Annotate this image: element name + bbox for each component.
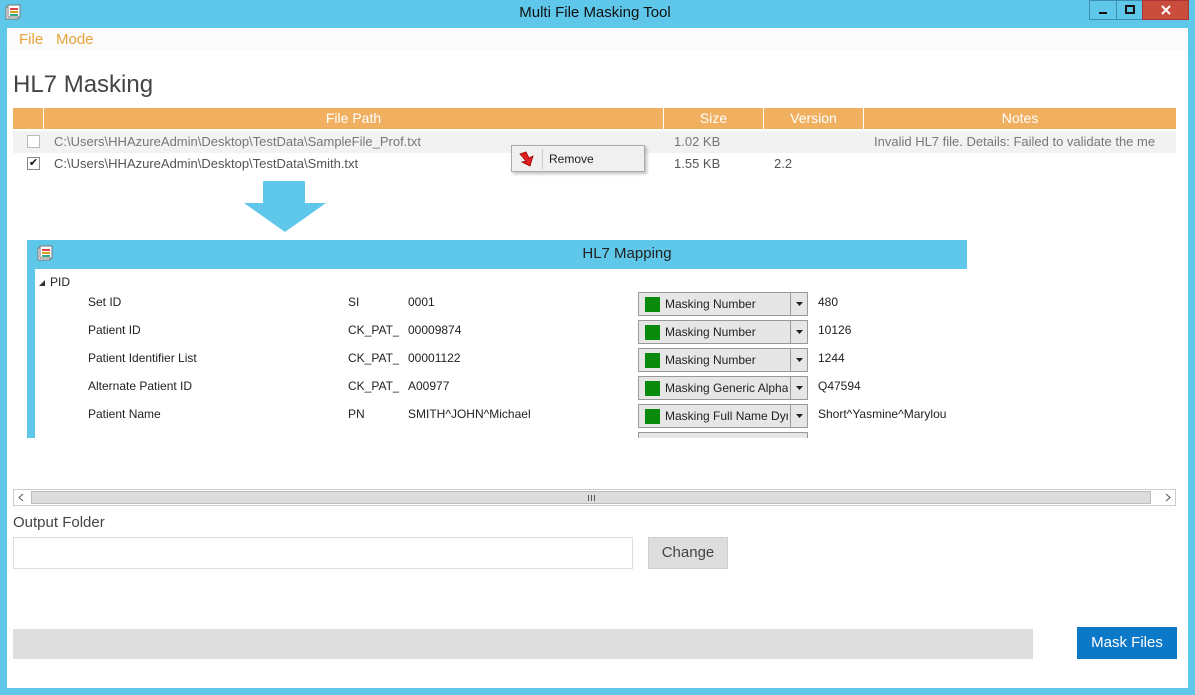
remove-arrow-icon xyxy=(519,151,534,167)
mapping-left-border xyxy=(27,269,35,438)
output-folder-input[interactable] xyxy=(13,537,633,569)
field-name: Alternate Patient ID xyxy=(88,379,193,393)
field-type: CK_PAT_ID xyxy=(348,351,399,365)
title-bar[interactable]: Multi File Masking Tool xyxy=(0,0,1195,28)
masking-select-value: Masking Number xyxy=(665,353,756,367)
field-value: 00009874 xyxy=(408,323,462,337)
dropdown-button[interactable] xyxy=(790,377,807,399)
segment-pid[interactable]: PID xyxy=(50,275,70,289)
dropdown-button[interactable] xyxy=(790,405,807,427)
mask-files-button[interactable]: Mask Files xyxy=(1077,627,1177,659)
masked-value: Short^Yasmine^Marylou xyxy=(818,407,947,421)
chevron-down-icon xyxy=(796,330,803,334)
masked-value: 10126 xyxy=(818,323,852,337)
dropdown-button[interactable] xyxy=(790,349,807,371)
app-window: Multi File Masking Tool File Mode HL7 Ma… xyxy=(0,0,1195,695)
field-value: 0001 xyxy=(408,295,435,309)
menu-mode[interactable]: Mode xyxy=(56,31,94,48)
row-checkbox-checked[interactable]: ✔ xyxy=(27,157,40,170)
field-name: Patient ID xyxy=(88,323,141,337)
masking-select-value: Masking Number xyxy=(665,297,756,311)
column-header-file-path[interactable]: File Path xyxy=(44,108,664,129)
menu-file[interactable]: File xyxy=(19,31,43,48)
hl7-mapping-window: HL7 Mapping PID Set ID SI 0001 Masking N… xyxy=(27,240,967,438)
field-value: SMITH^JOHN^Michael xyxy=(408,407,531,421)
scroll-left-icon[interactable] xyxy=(17,493,26,502)
masked-value: 1244 xyxy=(818,351,845,365)
down-arrow-icon xyxy=(244,181,326,232)
menu-bar: File Mode xyxy=(7,28,1188,50)
context-menu-separator xyxy=(542,149,543,169)
dropdown-button[interactable] xyxy=(790,293,807,315)
color-swatch xyxy=(645,297,660,312)
masking-select-value: Masking Number xyxy=(665,325,756,339)
page-title: HL7 Masking xyxy=(13,71,154,98)
scroll-right-icon[interactable] xyxy=(1163,493,1172,502)
remove-menu-item[interactable]: Remove xyxy=(549,152,594,166)
field-value: A00977 xyxy=(408,379,450,393)
context-menu: Remove xyxy=(511,145,645,172)
chevron-down-icon xyxy=(796,358,803,362)
field-type: PN xyxy=(348,407,365,421)
window-title: Multi File Masking Tool xyxy=(519,4,671,21)
chevron-down-icon xyxy=(796,414,803,418)
masking-select[interactable]: Masking Number xyxy=(638,292,808,316)
color-swatch xyxy=(645,325,660,340)
minimize-icon xyxy=(1099,12,1107,14)
file-version: 2.2 xyxy=(774,156,793,171)
close-button[interactable] xyxy=(1142,0,1189,20)
masking-select-value: Masking Full Name Dynamic xyxy=(665,409,788,423)
file-grid-header: File Path Size Version Notes xyxy=(13,108,1176,129)
masking-select[interactable]: Masking Full Name Dynamic xyxy=(638,404,808,428)
column-header-version[interactable]: Version xyxy=(764,108,864,129)
collapse-triangle-icon[interactable] xyxy=(38,279,46,287)
row-checkbox[interactable] xyxy=(27,135,40,148)
masked-value: Q47594 xyxy=(818,379,861,393)
color-swatch xyxy=(645,381,660,396)
masking-select-value: Masking Generic Alphanumeric xyxy=(665,381,788,395)
maximize-icon xyxy=(1124,5,1135,14)
masking-select[interactable]: Masking Number xyxy=(638,348,808,372)
progress-bar xyxy=(13,629,1033,659)
masking-select[interactable]: Masking Generic Alphanumeric xyxy=(638,376,808,400)
maximize-button[interactable] xyxy=(1116,0,1143,20)
file-size: 1.55 KB xyxy=(674,156,721,171)
field-name: Set ID xyxy=(88,295,122,309)
horizontal-scrollbar[interactable] xyxy=(13,489,1176,506)
file-notes: Invalid HL7 file. Details: Failed to val… xyxy=(874,134,1156,149)
masking-select[interactable]: Masking Number xyxy=(638,320,808,344)
color-swatch xyxy=(645,409,660,424)
field-type: CK_PAT_ID xyxy=(348,323,399,337)
chevron-down-icon xyxy=(796,302,803,306)
output-folder-label: Output Folder xyxy=(13,514,105,531)
dropdown-button[interactable] xyxy=(790,321,807,343)
close-icon xyxy=(1160,5,1171,15)
column-header-size[interactable]: Size xyxy=(664,108,764,129)
field-type: CK_PAT_ID xyxy=(348,379,399,393)
client-area: File Mode HL7 Masking File Path Size Ver… xyxy=(7,28,1188,688)
mapping-title: HL7 Mapping xyxy=(582,245,672,262)
field-value: 00001122 xyxy=(408,351,461,365)
minimize-button[interactable] xyxy=(1089,0,1117,20)
chevron-down-icon xyxy=(796,386,803,390)
change-button[interactable]: Change xyxy=(648,537,728,569)
file-size: 1.02 KB xyxy=(674,134,721,149)
field-name: Patient Identifier List xyxy=(88,351,197,365)
column-header-notes[interactable]: Notes xyxy=(864,108,1176,129)
field-type: SI xyxy=(348,295,360,309)
scrollbar-thumb[interactable] xyxy=(31,491,1151,504)
grip-icon xyxy=(588,495,595,501)
field-name: Patient Name xyxy=(88,407,161,421)
mapping-title-bar: HL7 Mapping xyxy=(27,240,967,269)
color-swatch xyxy=(645,353,660,368)
masking-select-partial[interactable] xyxy=(638,432,808,438)
masked-value: 480 xyxy=(818,295,839,309)
select-column-header[interactable] xyxy=(13,108,44,129)
